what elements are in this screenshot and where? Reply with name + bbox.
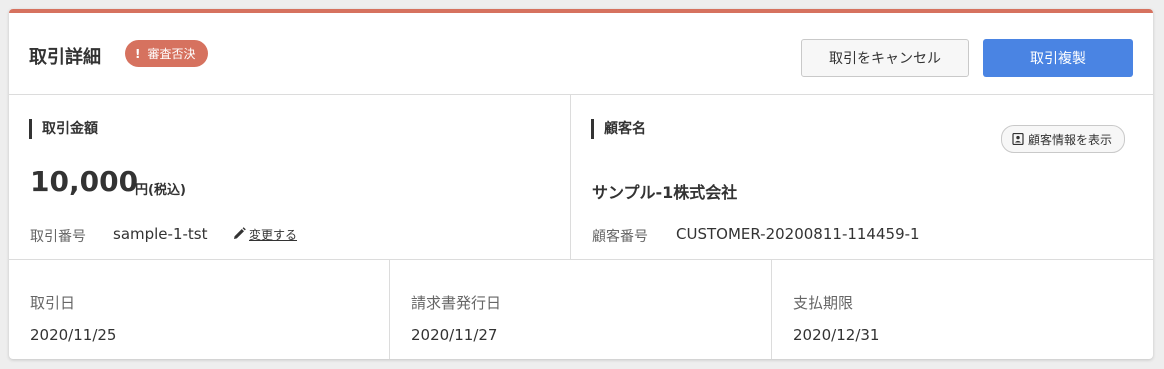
customer-panel: 顧客名 顧客情報を表示 サンプル-1株式会社 顧客番号 CUSTOMER-202…	[571, 95, 1153, 259]
customer-number-value: CUSTOMER-20200811-114459-1	[676, 225, 920, 243]
duplicate-transaction-button[interactable]: 取引複製	[983, 39, 1133, 77]
payment-due-cell: 支払期限 2020/12/31	[772, 260, 1153, 359]
transaction-date-value: 2020/11/25	[30, 326, 117, 344]
dates-row: 取引日 2020/11/25 請求書発行日 2020/11/27 支払期限 20…	[9, 260, 1153, 359]
payment-due-label: 支払期限	[793, 294, 854, 312]
customer-number-label: 顧客番号	[592, 229, 648, 245]
cancel-transaction-button[interactable]: 取引をキャンセル	[801, 39, 969, 77]
customer-section-label: 顧客名	[591, 119, 646, 139]
amount-panel: 取引金額 10,000 円(税込) 取引番号 sample-1-tst 変更する	[9, 95, 571, 259]
transaction-amount: 10,000	[30, 165, 139, 198]
invoice-date-label: 請求書発行日	[411, 294, 502, 312]
payment-due-value: 2020/12/31	[793, 326, 880, 344]
transaction-detail-card: 取引詳細 ! 審査否決 取引をキャンセル 取引複製 取引金額 10,000 円(…	[9, 9, 1153, 359]
status-badge-label: 審査否決	[147, 47, 196, 61]
invoice-date-value: 2020/11/27	[411, 326, 498, 344]
show-customer-info-label: 顧客情報を表示	[1028, 132, 1113, 147]
transaction-number-label: 取引番号	[30, 229, 86, 245]
status-badge: ! 審査否決	[125, 40, 208, 67]
transaction-date-cell: 取引日 2020/11/25	[9, 260, 390, 359]
change-transaction-number-link[interactable]: 変更する	[233, 226, 297, 243]
invoice-date-cell: 請求書発行日 2020/11/27	[390, 260, 772, 359]
customer-name: サンプル-1株式会社	[592, 183, 738, 202]
pencil-icon	[233, 226, 246, 243]
change-link-label: 変更する	[249, 228, 298, 242]
transaction-number-value: sample-1-tst	[113, 225, 208, 243]
contact-card-icon	[1012, 133, 1024, 145]
summary-row: 取引金額 10,000 円(税込) 取引番号 sample-1-tst 変更する…	[9, 95, 1153, 260]
alert-icon: !	[135, 46, 141, 61]
transaction-date-label: 取引日	[30, 294, 76, 312]
card-header: 取引詳細 ! 審査否決 取引をキャンセル 取引複製	[9, 13, 1153, 95]
show-customer-info-button[interactable]: 顧客情報を表示	[1001, 125, 1126, 153]
page-title: 取引詳細	[29, 47, 101, 68]
amount-unit: 円(税込)	[135, 183, 186, 198]
amount-section-label: 取引金額	[29, 119, 98, 139]
